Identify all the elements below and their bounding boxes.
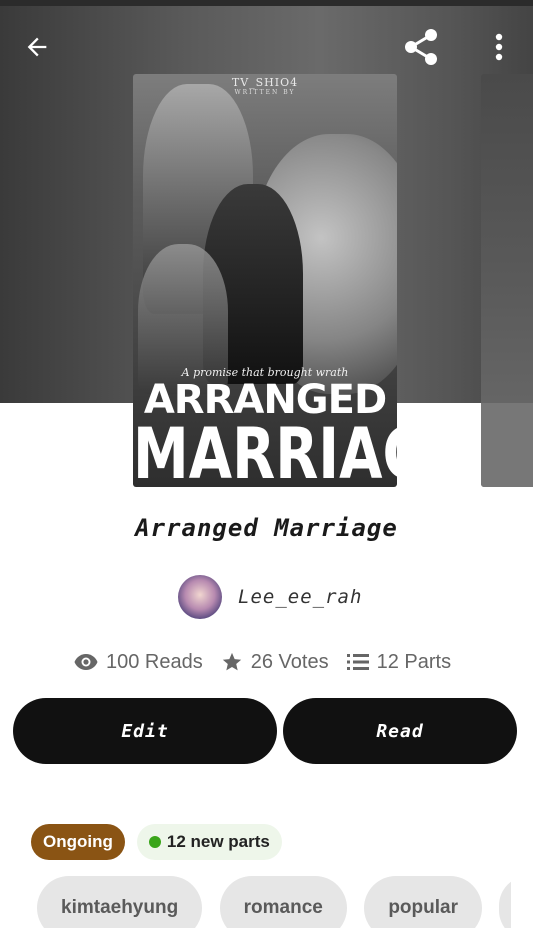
arrow-left-icon: [27, 37, 47, 57]
votes-stat: 26 Votes: [221, 651, 329, 674]
avatar[interactable]: [178, 575, 222, 619]
star-icon: [222, 652, 241, 671]
tag-chip[interactable]: popular: [364, 876, 482, 928]
eye-icon: [74, 654, 98, 670]
tag-chip[interactable]: romance: [219, 876, 347, 928]
cover-title-line2: MARRIAGE: [133, 414, 397, 487]
votes-count: 26 Votes: [250, 650, 329, 673]
tag-list: kimtaehyung romance popular: [37, 876, 511, 928]
next-story-cover[interactable]: [481, 74, 533, 487]
parts-stat: 12 Parts: [346, 650, 452, 674]
cover-written-by: WRITTEN BY: [234, 89, 296, 96]
story-title: Arranged Marriage: [135, 514, 398, 542]
new-parts-badge: 12 new parts: [136, 824, 282, 860]
cover-author-text: TV_SHIO4: [231, 76, 299, 89]
reads-stat: 100 Reads: [74, 651, 203, 674]
status-strip: [0, 0, 533, 6]
next-cover-shade: [481, 403, 533, 487]
edit-button[interactable]: Edit: [13, 698, 277, 764]
reads-count: 100 Reads: [106, 650, 203, 673]
ongoing-badge: Ongoing: [31, 824, 125, 860]
tag-chip[interactable]: kimtaehyung: [37, 876, 203, 928]
status-row: Ongoing 12 new parts: [31, 824, 282, 860]
parts-count: 12 Parts: [376, 650, 452, 673]
tag-chip-partial[interactable]: [499, 876, 511, 928]
share-icon: [405, 29, 437, 65]
more-vertical-icon: [495, 33, 503, 61]
new-dot-icon: [148, 836, 161, 848]
new-parts-label: 12 new parts: [166, 832, 270, 851]
author-row[interactable]: Lee_ee_rah: [178, 574, 362, 620]
read-button[interactable]: Read: [283, 698, 517, 764]
share-button[interactable]: [400, 26, 442, 68]
back-button[interactable]: [18, 28, 56, 66]
story-stats: 100 Reads 26 Votes 12 Parts: [74, 646, 451, 678]
author-name[interactable]: Lee_ee_rah: [238, 586, 362, 608]
more-options-button[interactable]: [485, 28, 513, 66]
story-cover[interactable]: TV_SHIO4 WRITTEN BY A promise that broug…: [133, 74, 397, 487]
list-icon: [346, 654, 369, 670]
